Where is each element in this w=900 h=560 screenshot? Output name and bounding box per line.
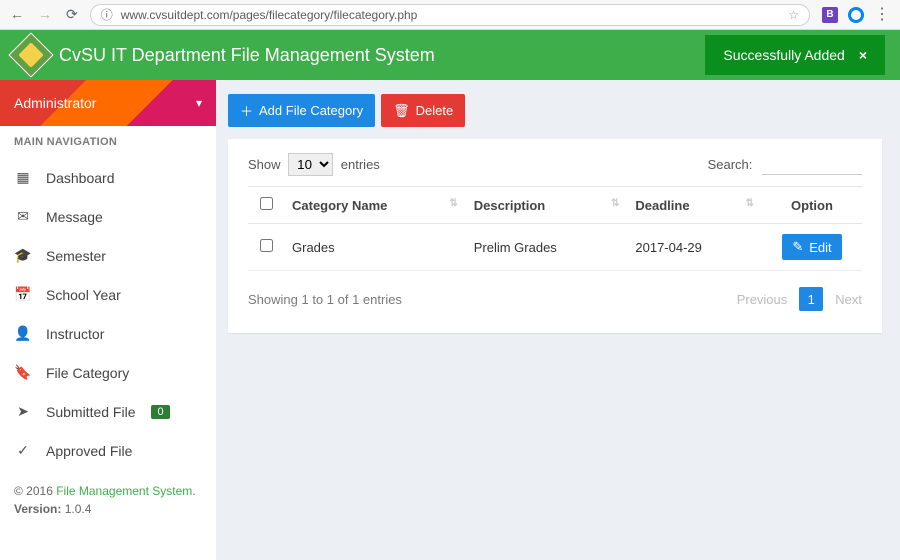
calendar-icon: 📅 xyxy=(14,286,32,303)
edit-button[interactable]: ✎ Edit xyxy=(782,234,841,260)
send-icon: ➤ xyxy=(14,403,32,420)
sidebar-item-school-year[interactable]: 📅 School Year xyxy=(0,275,216,314)
footer-prefix: © 2016 xyxy=(14,484,56,498)
message-icon: ✉ xyxy=(14,208,32,225)
pencil-icon: ✎ xyxy=(792,239,803,255)
sidebar-item-label: Semester xyxy=(46,248,106,264)
table-controls: Show 10 entries Search: xyxy=(248,153,862,176)
sidebar-user-label: Administrator xyxy=(14,95,96,111)
table-card: Show 10 entries Search: xyxy=(228,139,882,333)
browser-nav: ← → ⟳ xyxy=(10,6,78,23)
back-button[interactable]: ← xyxy=(10,6,24,23)
browser-menu-icon[interactable]: ⋮ xyxy=(874,7,890,23)
toast-message: Successfully Added xyxy=(723,47,844,63)
forward-button: → xyxy=(38,6,52,23)
sidebar-footer: © 2016 File Management System. Version: … xyxy=(0,470,216,530)
table-row: Grades Prelim Grades 2017-04-29 ✎ Edit xyxy=(248,224,862,271)
table-footer: Showing 1 to 1 of 1 entries Previous 1 N… xyxy=(248,287,862,311)
sidebar-item-dashboard[interactable]: ▦ Dashboard xyxy=(0,158,216,197)
sidebar-item-label: Submitted File xyxy=(46,404,135,420)
search-label: Search: xyxy=(708,157,753,172)
browser-extensions: B ⋮ xyxy=(822,7,890,23)
sidebar-item-instructor[interactable]: 👤 Instructor xyxy=(0,314,216,353)
pager-prev: Previous xyxy=(737,292,788,307)
table-info: Showing 1 to 1 of 1 entries xyxy=(248,292,402,307)
app-header: CvSU IT Department File Management Syste… xyxy=(0,30,900,80)
select-all-checkbox[interactable] xyxy=(260,197,273,210)
check-icon: ✓ xyxy=(14,442,32,459)
extension-messenger-icon[interactable] xyxy=(848,7,864,23)
trash-icon: 🗑 xyxy=(393,103,410,119)
sidebar-item-label: Message xyxy=(46,209,103,225)
search-control: Search: xyxy=(708,155,862,175)
sidebar-nav-header: MAIN NAVIGATION xyxy=(0,126,216,158)
cell-category: Grades xyxy=(284,224,466,271)
sidebar-item-approved-file[interactable]: ✓ Approved File xyxy=(0,431,216,470)
cell-description: Prelim Grades xyxy=(466,224,628,271)
sidebar-item-submitted-file[interactable]: ➤ Submitted File 0 xyxy=(0,392,216,431)
add-file-category-button[interactable]: ＋ Add File Category xyxy=(228,94,375,127)
submitted-file-badge: 0 xyxy=(151,405,169,419)
person-icon: 👤 xyxy=(14,325,32,342)
reload-button[interactable]: ⟳ xyxy=(66,6,78,23)
toast-close-icon[interactable]: × xyxy=(859,47,867,63)
site-info-icon[interactable]: ⓘ xyxy=(101,6,113,23)
sidebar-item-label: Instructor xyxy=(46,326,104,342)
url-bar[interactable]: ⓘ www.cvsuitdept.com/pages/filecategory/… xyxy=(90,4,810,26)
version-value: 1.0.4 xyxy=(65,502,92,516)
entries-per-page: Show 10 entries xyxy=(248,153,380,176)
browser-chrome: ← → ⟳ ⓘ www.cvsuitdept.com/pages/filecat… xyxy=(0,0,900,30)
column-category-name[interactable]: Category Name xyxy=(284,187,466,224)
cell-deadline: 2017-04-29 xyxy=(627,224,762,271)
entries-label: entries xyxy=(341,157,380,172)
chevron-down-icon: ▾ xyxy=(196,96,202,110)
entries-select[interactable]: 10 xyxy=(288,153,333,176)
sidebar: Administrator ▾ MAIN NAVIGATION ▦ Dashbo… xyxy=(0,80,216,560)
sidebar-nav-list: ▦ Dashboard ✉ Message 🎓 Semester 📅 Schoo… xyxy=(0,158,216,470)
pagination: Previous 1 Next xyxy=(737,287,862,311)
column-select-all xyxy=(248,187,284,224)
sidebar-item-label: School Year xyxy=(46,287,121,303)
file-category-table: Category Name Description Deadline Optio… xyxy=(248,186,862,271)
sidebar-item-file-category[interactable]: 🔖 File Category xyxy=(0,353,216,392)
footer-link[interactable]: File Management System xyxy=(56,484,192,498)
sidebar-item-semester[interactable]: 🎓 Semester xyxy=(0,236,216,275)
edit-button-label: Edit xyxy=(809,240,831,255)
row-checkbox[interactable] xyxy=(260,239,273,252)
pager-next: Next xyxy=(835,292,862,307)
plus-icon: ＋ xyxy=(240,101,253,120)
sidebar-item-label: Approved File xyxy=(46,443,132,459)
bookmark-star-icon[interactable]: ☆ xyxy=(788,8,799,22)
sidebar-item-label: Dashboard xyxy=(46,170,115,186)
add-button-label: Add File Category xyxy=(259,103,363,118)
toast-success: Successfully Added × xyxy=(705,35,885,75)
layout-container: Administrator ▾ MAIN NAVIGATION ▦ Dashbo… xyxy=(0,80,900,560)
show-label: Show xyxy=(248,157,281,172)
dashboard-icon: ▦ xyxy=(14,169,32,186)
column-deadline[interactable]: Deadline xyxy=(627,187,762,224)
app-title: CvSU IT Department File Management Syste… xyxy=(59,45,435,66)
version-label: Version: xyxy=(14,502,61,516)
column-option: Option xyxy=(762,187,862,224)
sidebar-user-panel[interactable]: Administrator ▾ xyxy=(0,80,216,126)
app-logo-icon xyxy=(8,32,53,77)
sidebar-item-label: File Category xyxy=(46,365,129,381)
search-input[interactable] xyxy=(762,155,862,175)
url-text: www.cvsuitdept.com/pages/filecategory/fi… xyxy=(121,8,418,22)
delete-button[interactable]: 🗑 Delete xyxy=(381,94,465,127)
semester-icon: 🎓 xyxy=(14,247,32,264)
action-bar: ＋ Add File Category 🗑 Delete xyxy=(228,94,882,127)
pager-page-1[interactable]: 1 xyxy=(799,287,823,311)
main-content: ＋ Add File Category 🗑 Delete Show 10 ent… xyxy=(216,80,900,560)
footer-suffix: . xyxy=(192,484,195,498)
column-description[interactable]: Description xyxy=(466,187,628,224)
delete-button-label: Delete xyxy=(416,103,454,118)
sidebar-item-message[interactable]: ✉ Message xyxy=(0,197,216,236)
extension-bootstrap-icon[interactable]: B xyxy=(822,7,838,23)
bookmark-icon: 🔖 xyxy=(14,364,32,381)
